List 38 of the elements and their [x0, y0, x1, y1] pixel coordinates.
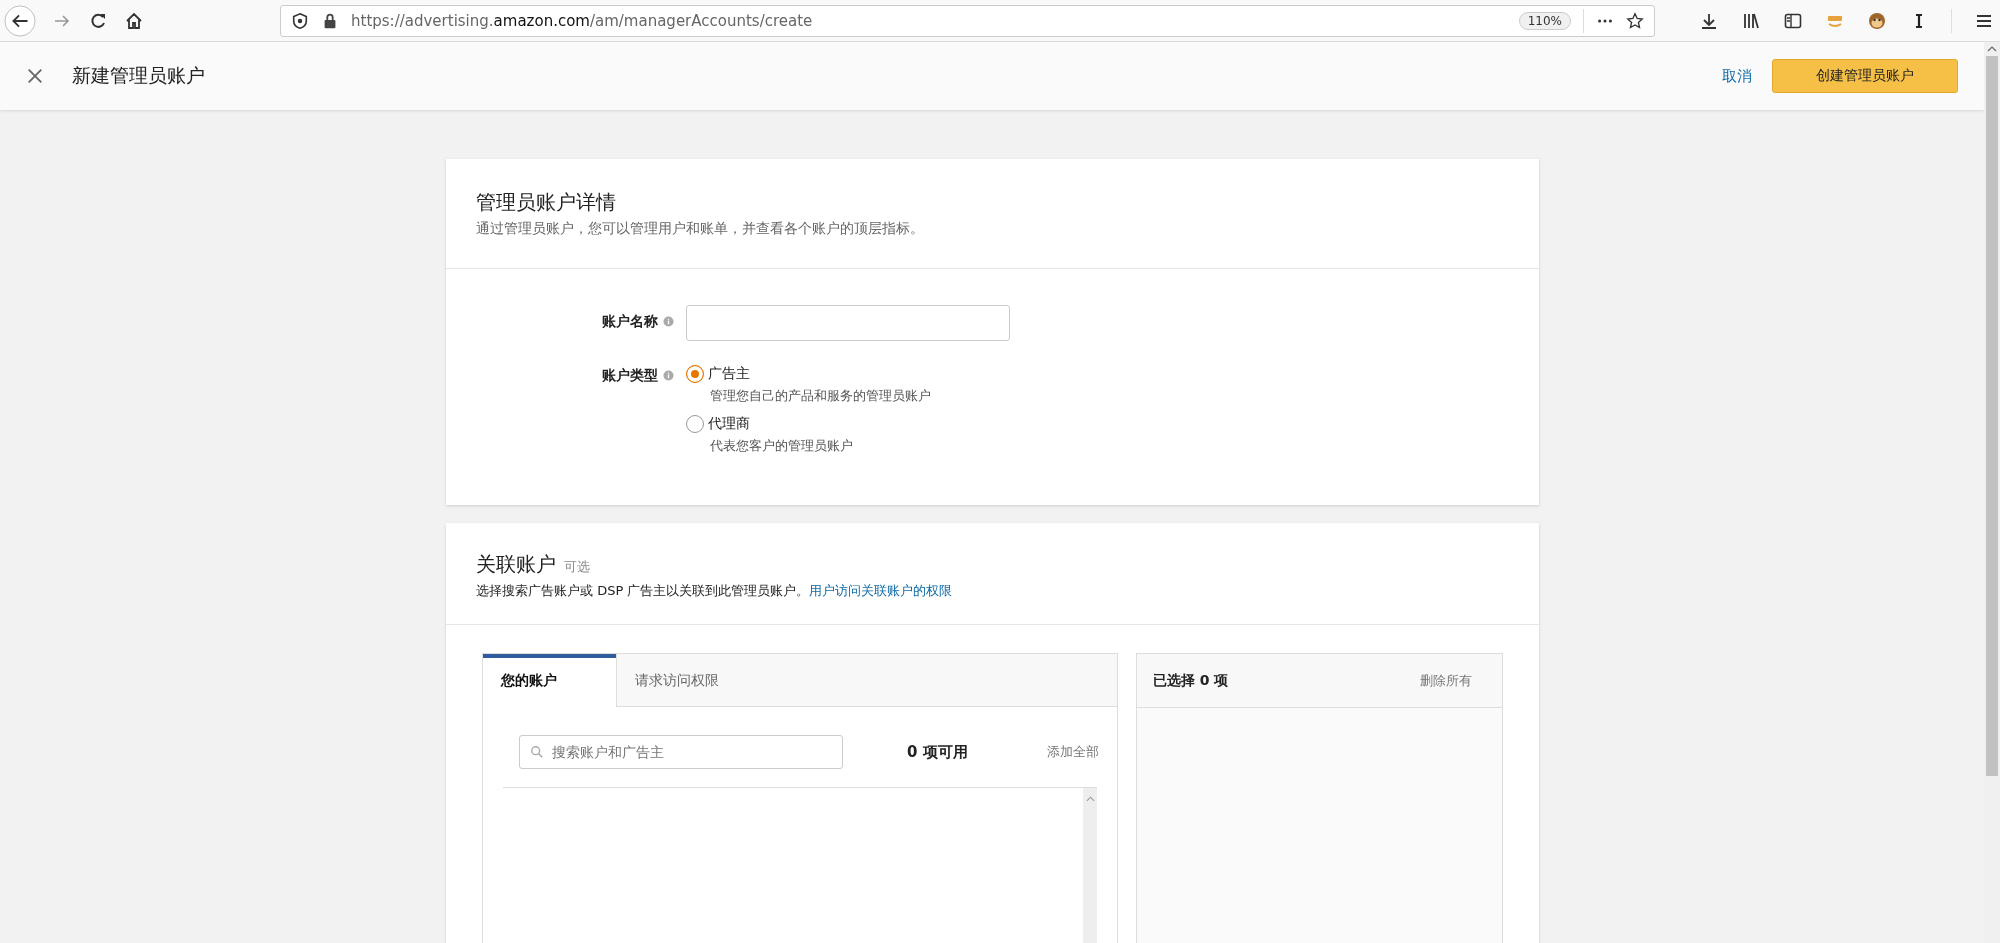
zoom-badge[interactable]: 110% [1518, 11, 1571, 30]
tab[interactable]: 请求访问权限 [616, 654, 749, 707]
scroll-up-icon[interactable] [1987, 46, 1997, 52]
available-count: 0 项可用 [907, 742, 968, 762]
cancel-link[interactable]: 取消 [1722, 66, 1752, 86]
shield-icon[interactable] [291, 11, 309, 30]
selected-count: 已选择 0 项 [1153, 671, 1229, 690]
create-button[interactable]: 创建管理员账户 [1772, 59, 1958, 93]
section-title: 关联账户 [476, 551, 556, 578]
scrollbar[interactable] [1083, 788, 1097, 943]
radio-button[interactable] [686, 415, 704, 433]
scrollbar-thumb[interactable] [1986, 56, 1998, 776]
field-label: 账户类型 [602, 367, 658, 385]
address-bar[interactable]: https://advertising.amazon.com/am/managerAccounts/create 110% [280, 4, 1655, 37]
back-icon[interactable] [4, 4, 36, 37]
option-description: 代表您客户的管理员账户 [710, 437, 854, 455]
search-icon [530, 745, 544, 759]
permissions-link[interactable]: 用户访问关联账户的权限 [809, 583, 953, 598]
url-text: https://advertising.amazon.com/am/managerAccounts/create [351, 11, 814, 30]
section-description: 选择搜索广告账户或 DSP 广告主以关联到此管理员账户。 [476, 583, 810, 598]
option-description: 管理您自己的产品和服务的管理员账户 [710, 387, 931, 405]
radio-button[interactable] [686, 365, 704, 383]
account-name-field[interactable] [686, 305, 1010, 341]
field-label: 账户名称 [602, 313, 658, 331]
radio-label[interactable]: 广告主 [708, 365, 750, 383]
page-title: 新建管理员账户 [72, 63, 205, 88]
star-icon[interactable] [1626, 11, 1644, 30]
remove-all-link[interactable]: 删除所有 [1420, 671, 1472, 690]
add-all-link[interactable]: 添加全部 [1047, 743, 1099, 761]
section-title: 管理员账户详情 [476, 189, 617, 216]
search-field[interactable]: 搜索账户和广告主 [519, 735, 843, 769]
section-description: 通过管理员账户，您可以管理用户和账单，并查看各个账户的顶层指标。 [476, 220, 925, 238]
radio-label[interactable]: 代理商 [708, 415, 750, 433]
close-icon[interactable] [26, 67, 44, 85]
page-scrollbar[interactable] [1984, 42, 2000, 943]
monkey-icon[interactable] [1867, 10, 1887, 31]
home-icon[interactable] [124, 10, 144, 31]
optional-label: 可选 [564, 558, 590, 576]
